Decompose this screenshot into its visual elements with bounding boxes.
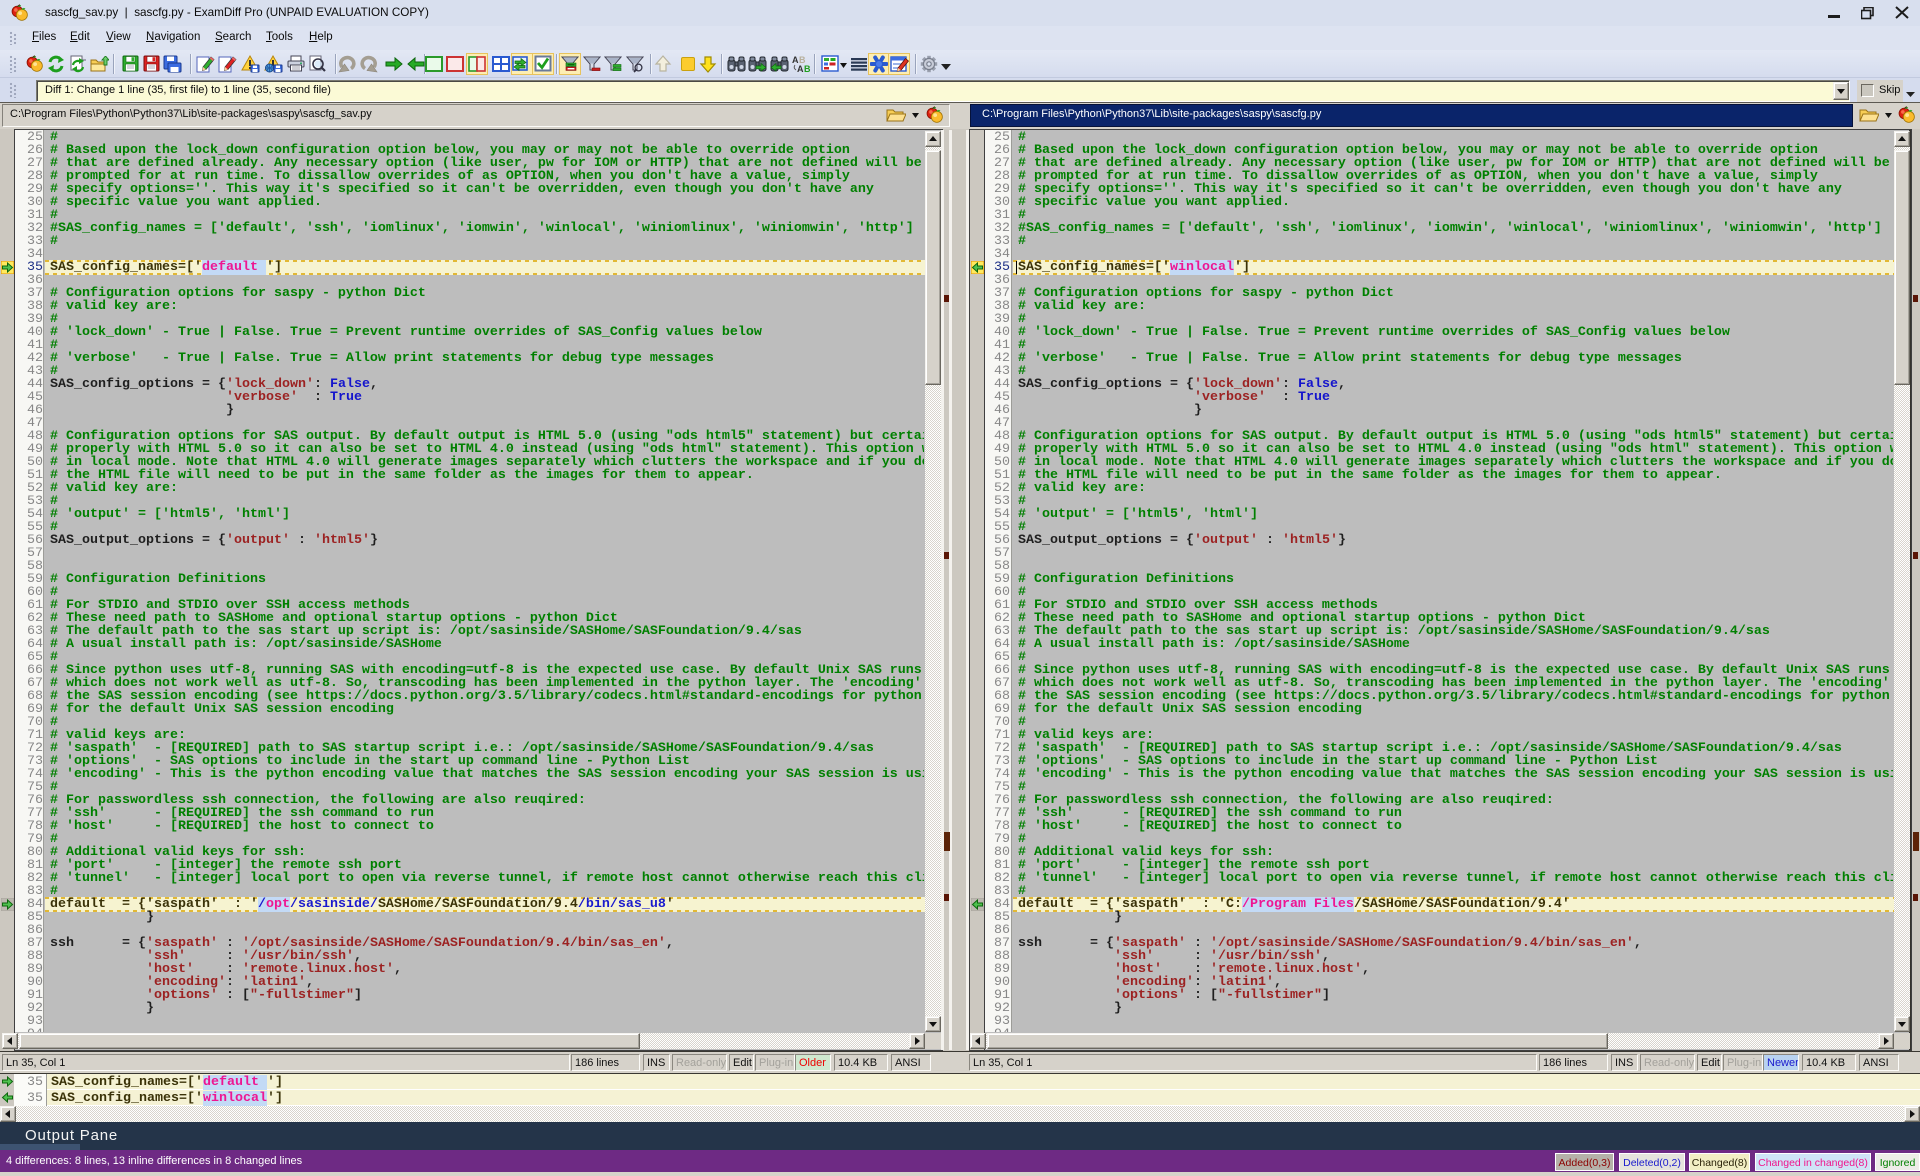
- svg-text:A: A: [797, 64, 804, 73]
- svg-text:B: B: [804, 64, 810, 73]
